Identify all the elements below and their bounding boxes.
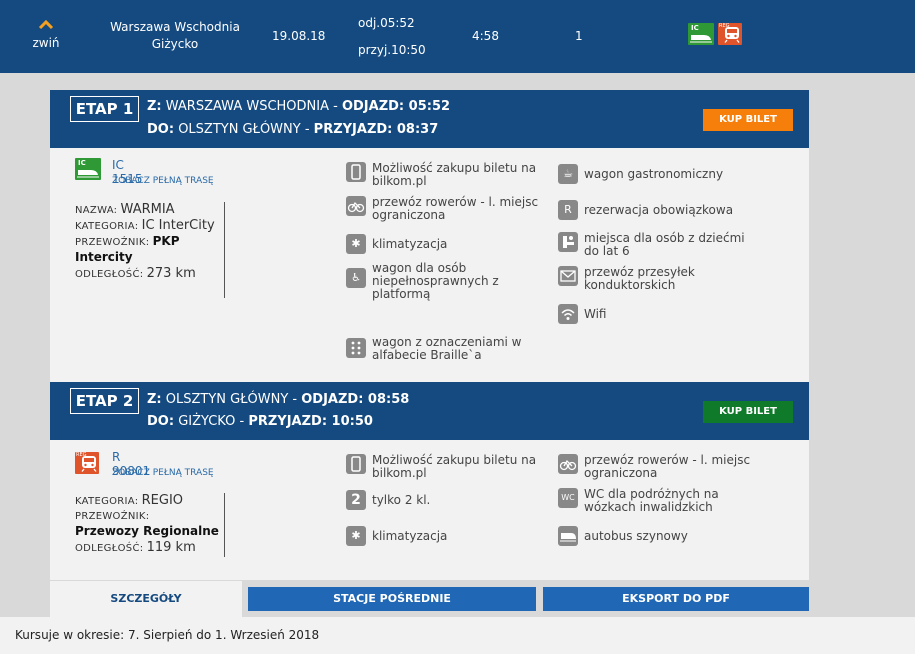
stage-2-full-route-link[interactable]: ZOBACZ PEŁNĄ TRASĘ <box>112 468 214 478</box>
envelope-icon <box>558 266 578 286</box>
stage-2-category: REGIO <box>141 493 184 508</box>
feature-item: R rezerwacja obowiązkowa <box>558 200 762 220</box>
reservation-r-icon: R <box>558 200 578 220</box>
bicycle-icon <box>558 454 578 474</box>
intercity-badge-icon: IC <box>75 158 101 180</box>
wifi-icon <box>558 304 578 324</box>
wheelchair-icon: ♿ <box>346 268 366 288</box>
phone-icon <box>346 162 366 182</box>
snowflake-icon: ✱ <box>346 526 366 546</box>
collapse-label: zwiń <box>32 36 60 50</box>
stage-2-distance: 119 km <box>146 540 196 555</box>
stage-1-full-route-link[interactable]: ZOBACZ PEŁNĄ TRASĘ <box>112 176 214 186</box>
feature-item: ✱ klimatyzacja <box>346 234 550 254</box>
stage-1-to-line: DO: OLSZTYN GŁÓWNY - PRZYJAZD: 08:37 <box>147 122 439 137</box>
summary-arrival: przyj.10:50 <box>358 43 426 57</box>
tab-export-pdf[interactable]: EKSPORT DO PDF <box>543 587 809 611</box>
stage-2-buy-ticket-button[interactable]: KUP BILET <box>703 401 793 423</box>
coffee-cup-icon: ☕ <box>558 164 578 184</box>
stage-2-train-details: KATEGORIA: REGIO PRZEWOŹNIK: Przewozy Re… <box>75 493 225 557</box>
stage-2-carrier: Przewozy Regionalne <box>75 524 219 538</box>
summary-times: odj.05:52 przyj.10:50 <box>358 10 426 64</box>
regio-badge-icon: REG <box>718 23 742 45</box>
feature-item: ☕ wagon gastronomiczny <box>558 164 762 184</box>
feature-item: przewóz przesyłek konduktorskich <box>558 266 762 292</box>
summary-changes: 1 <box>575 29 583 43</box>
chevron-up-icon <box>30 18 62 32</box>
collapse-button[interactable]: zwiń <box>30 18 62 50</box>
braille-icon <box>346 338 366 358</box>
stage-1-header: ETAP 1 Z: WARSZAWA WSCHODNIA - ODJAZD: 0… <box>50 90 809 148</box>
stage-2-body: REG R 90801 ZOBACZ PEŁNĄ TRASĘ KATEGORIA… <box>50 440 809 580</box>
regio-badge-icon: REG <box>75 452 99 474</box>
stage-1-buy-ticket-button[interactable]: KUP BILET <box>703 109 793 131</box>
stage-2-header: ETAP 2 Z: OLSZTYN GŁÓWNY - ODJAZD: 08:58… <box>50 382 809 440</box>
feature-item: przewóz rowerów - l. miejsc ograniczona <box>558 454 762 480</box>
stage-1-train-details: NAZWA: WARMIA KATEGORIA: IC InterCity PR… <box>75 202 225 298</box>
feature-item: Możliwość zakupu biletu na bilkom.pl <box>346 162 550 188</box>
feature-item: miejsca dla osób z dziećmi do lat 6 <box>558 232 762 258</box>
bicycle-icon <box>346 196 366 216</box>
stage-1-label: ETAP 1 <box>70 96 139 122</box>
summary-to: Giżycko <box>151 37 199 51</box>
snowflake-icon: ✱ <box>346 234 366 254</box>
summary-stations: Warszawa Wschodnia Giżycko <box>100 19 250 53</box>
stage-1-from-line: Z: WARSZAWA WSCHODNIA - ODJAZD: 05:52 <box>147 99 451 114</box>
feature-item: wagon z oznaczeniami w alfabecie Braille… <box>346 336 550 362</box>
operating-period-text: Kursuje w okresie: 7. Sierpień do 1. Wrz… <box>0 617 915 654</box>
stage-1-arrival: PRZYJAZD: 08:37 <box>313 122 439 137</box>
connection-summary-bar: zwiń Warszawa Wschodnia Giżycko 19.08.18… <box>0 0 915 73</box>
intercity-badge-icon: IC <box>688 23 714 45</box>
tab-details[interactable]: SZCZEGÓŁY <box>50 581 242 617</box>
feature-item: ✱ klimatyzacja <box>346 526 550 546</box>
stage-2-label: ETAP 2 <box>70 388 139 414</box>
feature-item: 2 tylko 2 kl. <box>346 490 550 510</box>
summary-date: 19.08.18 <box>272 29 326 43</box>
children-seat-icon <box>558 232 578 252</box>
stage-1-train-name: WARMIA <box>120 202 175 217</box>
stage-2-arrival: PRZYJAZD: 10:50 <box>248 414 373 429</box>
stage-1-from: WARSZAWA WSCHODNIA <box>165 99 329 114</box>
summary-from: Warszawa Wschodnia <box>110 20 240 34</box>
tab-intermediate-stations[interactable]: STACJE POŚREDNIE <box>248 587 536 611</box>
stage-1-departure: ODJAZD: 05:52 <box>341 99 451 114</box>
wc-icon: WC <box>558 488 578 508</box>
stage-1-distance: 273 km <box>146 266 196 281</box>
journey-details-panel: ETAP 1 Z: WARSZAWA WSCHODNIA - ODJAZD: 0… <box>50 90 809 580</box>
feature-item: Wifi <box>558 304 762 324</box>
summary-duration: 4:58 <box>472 29 499 43</box>
stage-2-from: OLSZTYN GŁÓWNY <box>165 392 289 407</box>
summary-departure: odj.05:52 <box>358 16 415 30</box>
feature-item: przewóz rowerów - l. miejsc ograniczona <box>346 196 550 222</box>
stage-1-category: IC InterCity <box>141 218 215 233</box>
railbus-icon <box>558 526 578 546</box>
feature-item: ♿ wagon dla osób niepełnosprawnych z pla… <box>346 262 550 301</box>
stage-2-to: GIŻYCKO <box>178 414 236 429</box>
feature-item: WC WC dla podróżnych na wózkach inwalidz… <box>558 488 762 514</box>
feature-item: Możliwość zakupu biletu na bilkom.pl <box>346 454 550 480</box>
stage-1-body: IC IC 1515 ZOBACZ PEŁNĄ TRASĘ NAZWA: WAR… <box>50 148 809 382</box>
second-class-icon: 2 <box>346 490 366 510</box>
stage-2-departure: ODJAZD: 08:58 <box>301 392 410 407</box>
stage-2-from-line: Z: OLSZTYN GŁÓWNY - ODJAZD: 08:58 <box>147 392 410 407</box>
stage-1-to: OLSZTYN GŁÓWNY <box>178 122 301 137</box>
phone-icon <box>346 454 366 474</box>
summary-carrier-badges: IC REG <box>688 23 742 45</box>
feature-item: autobus szynowy <box>558 526 762 546</box>
stage-2-to-line: DO: GIŻYCKO - PRZYJAZD: 10:50 <box>147 414 373 429</box>
